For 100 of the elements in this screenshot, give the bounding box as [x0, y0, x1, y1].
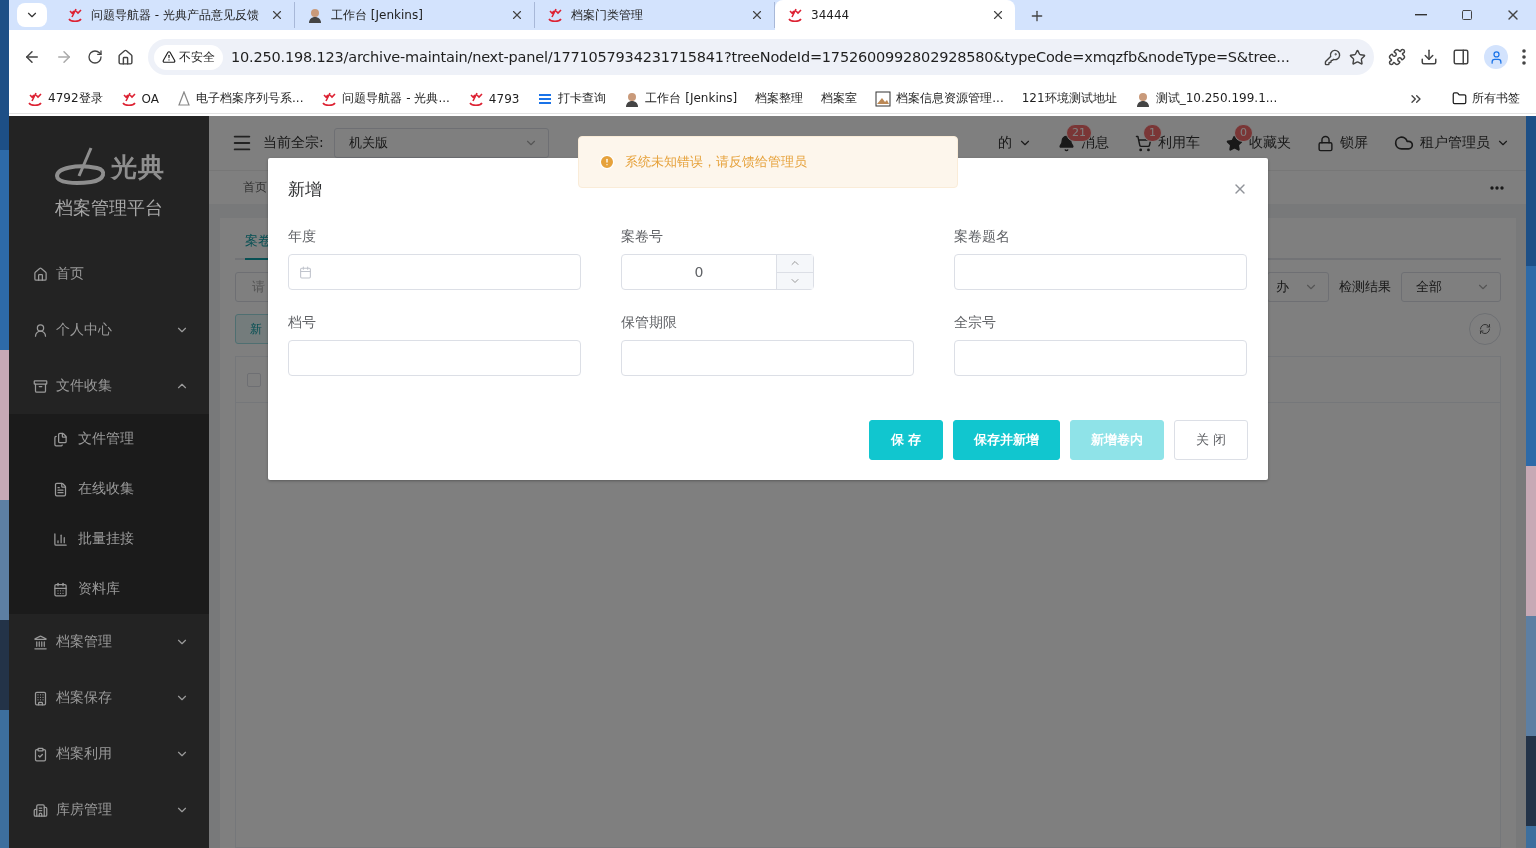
- key-button[interactable]: [1324, 48, 1341, 66]
- plus-icon: [1029, 8, 1045, 24]
- browser-tab[interactable]: 工作台 [Jenkins]: [295, 2, 535, 28]
- input-field[interactable]: [288, 340, 581, 376]
- home-button[interactable]: [117, 48, 134, 66]
- menu-item[interactable]: 档案管理: [9, 614, 209, 670]
- warning-icon: [599, 154, 615, 170]
- bookmark[interactable]: 问题导航器 - 光典...: [313, 87, 458, 110]
- user-menu[interactable]: 的: [998, 134, 1032, 152]
- close-button[interactable]: [991, 8, 1005, 22]
- tab-title: 34444: [811, 8, 851, 22]
- forward-button[interactable]: [55, 48, 73, 66]
- bar-chart-icon: [53, 531, 68, 547]
- logo-favicon-icon: [120, 90, 137, 107]
- menu-item[interactable]: 文件收集: [9, 358, 209, 414]
- extensions-button[interactable]: [1388, 48, 1406, 66]
- field-label: 档号: [288, 313, 317, 332]
- close-icon: [510, 8, 524, 22]
- back-button[interactable]: [23, 48, 41, 66]
- more-button[interactable]: [1490, 185, 1504, 190]
- star-icon: [1226, 134, 1243, 152]
- person-avatar-icon: [1134, 90, 1151, 107]
- field-label: 保管期限: [621, 313, 678, 332]
- tab-title: 档案门类管理: [571, 6, 644, 24]
- bookmark[interactable]: 4793: [459, 87, 528, 110]
- close-icon: [750, 8, 764, 22]
- input-field[interactable]: [954, 340, 1247, 376]
- bookmark[interactable]: 档案室: [813, 87, 866, 110]
- submenu-item[interactable]: 资料库: [9, 564, 209, 614]
- bookmark[interactable]: 测试_10.250.199.1...: [1126, 87, 1286, 110]
- profile-button[interactable]: [1484, 45, 1508, 69]
- document-icon: [53, 481, 68, 497]
- all-bookmarks[interactable]: 所有书签: [1444, 87, 1528, 110]
- minimize-icon: [1415, 14, 1427, 16]
- browser-tab[interactable]: 34444: [775, 0, 1015, 30]
- tab-title: 工作台 [Jenkins]: [331, 6, 424, 24]
- menu-item[interactable]: 档案保存: [9, 670, 209, 726]
- security-chip[interactable]: 不安全: [154, 44, 223, 70]
- maximize-icon: [1461, 9, 1473, 21]
- bookmark[interactable]: OA: [112, 87, 167, 110]
- refresh-button[interactable]: [1469, 313, 1501, 345]
- bookmark-star-button[interactable]: [1349, 48, 1366, 66]
- account-menu[interactable]: 租户管理员: [1394, 133, 1510, 153]
- header-action[interactable]: 锁屏: [1317, 134, 1368, 152]
- logo-icon: [53, 146, 107, 188]
- user-icon: [1488, 49, 1504, 65]
- logo-favicon-icon: [67, 7, 83, 23]
- input-field[interactable]: [621, 340, 914, 376]
- star-icon: [1349, 48, 1366, 66]
- field-label: 年度: [288, 227, 317, 246]
- person-avatar-icon: [307, 7, 323, 23]
- download-icon: [1420, 48, 1438, 66]
- logo-text: 光典: [111, 150, 165, 184]
- menu-item[interactable]: 库房管理: [9, 782, 209, 838]
- calendar-icon: [53, 581, 68, 597]
- reload-button[interactable]: [87, 49, 103, 65]
- puzzle-icon: [1388, 48, 1406, 66]
- address-bar[interactable]: 不安全 10.250.198.123/archive-maintain/next-panel/1771057934231715841?treeNodeId=1752600992802928580&typeCode=xmqzfb&nodeType=S&tree...: [148, 39, 1374, 75]
- field-label: 案卷号: [621, 227, 664, 246]
- download-button[interactable]: [1420, 48, 1438, 66]
- bookmark[interactable]: 打卡查询: [529, 87, 615, 110]
- close-icon: [270, 8, 284, 22]
- breadcrumb[interactable]: 首页: [243, 179, 267, 196]
- input-field[interactable]: [954, 254, 1247, 290]
- warning-icon: [162, 50, 176, 64]
- bookmark[interactable]: 4792登录: [19, 87, 111, 110]
- submenu-item[interactable]: 在线收集: [9, 464, 209, 514]
- dialog-button[interactable]: 关 闭: [1174, 420, 1248, 460]
- submenu-item[interactable]: 批量挂接: [9, 514, 209, 564]
- submenu-item[interactable]: 文件管理: [9, 414, 209, 464]
- menu-item[interactable]: 个人中心: [9, 302, 209, 358]
- menu-button[interactable]: [1522, 49, 1526, 65]
- date-field[interactable]: [288, 254, 581, 290]
- menu-item[interactable]: 档案利用: [9, 726, 209, 782]
- cart-icon: [1135, 134, 1152, 152]
- bookmark[interactable]: 档案信息资源管理...: [867, 87, 1012, 110]
- more-icon: [1490, 185, 1504, 190]
- close-button[interactable]: [750, 8, 764, 22]
- tree-icon: [177, 90, 191, 107]
- home-icon: [33, 266, 48, 282]
- number-field[interactable]: 0: [621, 254, 814, 290]
- check-select[interactable]: 全部: [1401, 272, 1501, 302]
- close-button[interactable]: [270, 8, 284, 22]
- bookmark[interactable]: 档案整理: [747, 87, 812, 110]
- calendar-icon: [299, 265, 312, 279]
- bookmark[interactable]: 121环境测试地址: [1013, 87, 1125, 110]
- bookmark[interactable]: 工作台 [Jenkins]: [616, 87, 746, 110]
- menu-item[interactable]: 首页: [9, 246, 209, 302]
- fonds-select[interactable]: 机关版: [333, 128, 549, 158]
- close-button[interactable]: [510, 8, 524, 22]
- logo-favicon-icon: [547, 7, 563, 23]
- office-icon: [33, 802, 48, 818]
- platform-title: 档案管理平台: [55, 196, 163, 220]
- files-icon: [53, 431, 68, 447]
- new-tab-button[interactable]: [1029, 8, 1045, 24]
- bookmark[interactable]: 电子档案序列号系...: [169, 87, 312, 110]
- field-label: 全宗号: [954, 313, 997, 332]
- fonds-label: 当前全宗:: [263, 134, 324, 152]
- browser-tab[interactable]: 问题导航器 - 光典产品意见反馈: [55, 2, 295, 28]
- side-panel-button[interactable]: [1452, 48, 1470, 66]
